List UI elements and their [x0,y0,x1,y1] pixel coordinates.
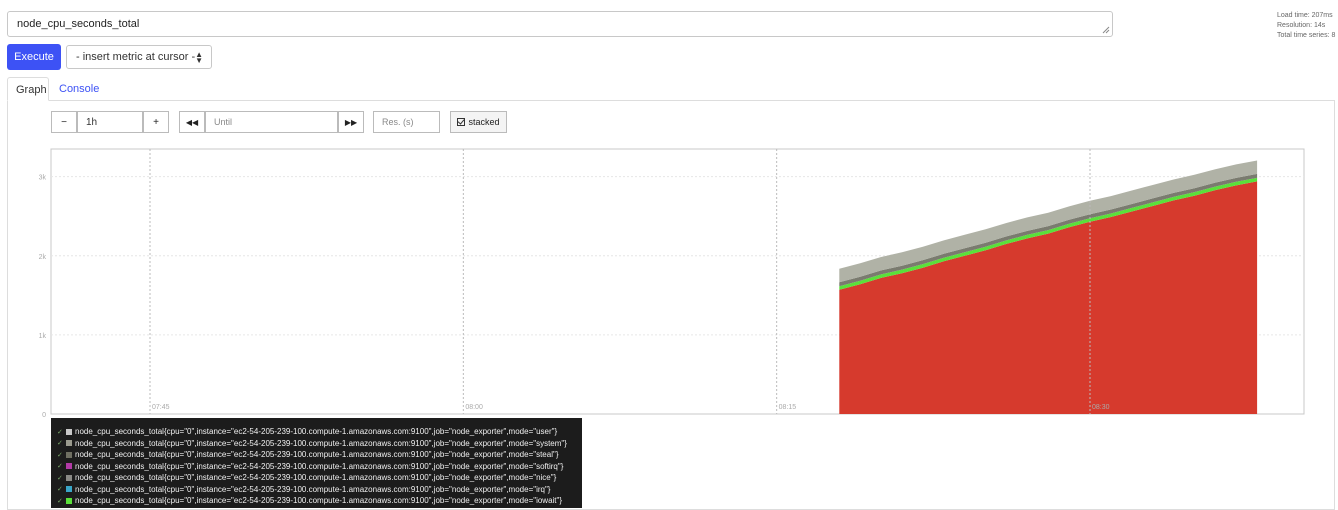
legend-swatch [66,451,72,458]
legend-item[interactable]: ✓ node_cpu_seconds_total{cpu="0",instance… [57,495,576,507]
y-tick-label: 1k [39,333,47,340]
x-tick-label: 08:00 [465,404,483,411]
x-tick-label: 07:45 [152,404,170,411]
legend-check-icon: ✓ [57,463,63,471]
legend-check-icon: ✓ [57,451,63,459]
tab-graph[interactable]: Graph [7,77,49,101]
x-tick-label: 08:15 [779,404,797,411]
legend-label: node_cpu_seconds_total{cpu="0",instance=… [75,438,567,448]
legend-item[interactable]: ✓ node_cpu_seconds_total{cpu="0",instance… [57,461,576,473]
legend-swatch [66,497,72,504]
legend-check-icon: ✓ [57,486,63,494]
legend-swatch [66,463,72,470]
legend-swatch [66,486,72,493]
x-tick-label: 08:30 [1092,404,1110,411]
legend-check-icon: ✓ [57,497,63,505]
legend-label: node_cpu_seconds_total{cpu="0",instance=… [75,427,558,437]
y-tick-label: 0 [42,412,46,419]
legend-item[interactable]: ✓ node_cpu_seconds_total{cpu="0",instance… [57,426,576,438]
legend-check-icon: ✓ [57,474,63,482]
legend-item[interactable]: ✓ node_cpu_seconds_total{cpu="0",instance… [57,438,576,450]
legend-label: node_cpu_seconds_total{cpu="0",instance=… [75,496,563,506]
legend-item[interactable]: ✓ node_cpu_seconds_total{cpu="0",instance… [57,449,576,461]
legend-label: node_cpu_seconds_total{cpu="0",instance=… [75,484,551,494]
legend-check-icon: ✓ [57,428,63,436]
legend-swatch [66,428,72,435]
graph-legend: ✓ node_cpu_seconds_total{cpu="0",instance… [51,418,582,508]
legend-label: node_cpu_seconds_total{cpu="0",instance=… [75,473,557,483]
legend-item[interactable]: ✓ node_cpu_seconds_total{cpu="0",instance… [57,484,576,496]
legend-swatch [66,474,72,481]
legend-check-icon: ✓ [57,440,63,448]
y-tick-label: 2k [39,254,47,261]
legend-label: node_cpu_seconds_total{cpu="0",instance=… [75,450,559,460]
y-tick-label: 3k [39,175,47,182]
legend-label: node_cpu_seconds_total{cpu="0",instance=… [75,461,564,471]
legend-swatch [66,440,72,447]
legend-item[interactable]: ✓ node_cpu_seconds_total{cpu="0",instance… [57,472,576,484]
